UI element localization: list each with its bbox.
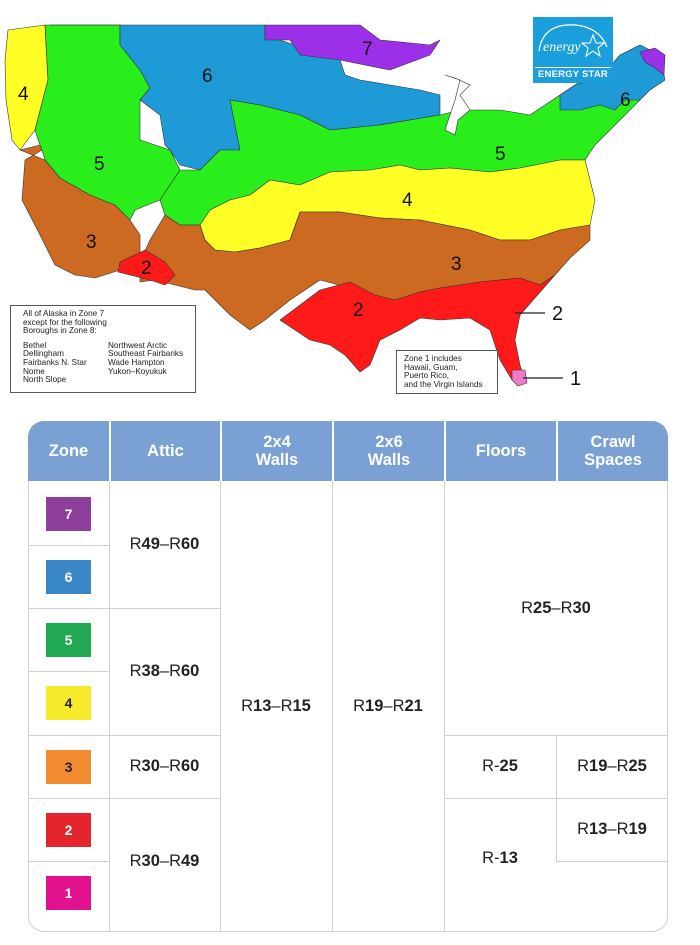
row-divider: [28, 545, 109, 546]
zone-label: 5: [94, 154, 105, 175]
zone-label: 4: [18, 84, 29, 105]
zone-swatch: 5: [46, 623, 91, 657]
header-zone: Zone: [28, 421, 109, 481]
walls-2x4-value: R 13 –R 15: [241, 697, 311, 715]
zone-swatch: 2: [46, 813, 91, 847]
zone-label: 2: [353, 300, 364, 321]
zone-swatch: 3: [46, 750, 91, 784]
zone-label: 4: [402, 190, 413, 211]
svg-text:energy: energy: [543, 40, 581, 55]
attic-value: R 30 –R 60: [129, 757, 200, 775]
attic-value: R 49 –R 60: [129, 535, 200, 553]
header-attic: Attic: [109, 421, 220, 481]
header-2x6-walls: 2x6 Walls: [332, 421, 444, 481]
zone-label: 6: [202, 66, 213, 87]
alaska-note-intro: All of Alaska in Zone 7 except for the f…: [23, 309, 107, 336]
attic-value: R 30 –R 49: [129, 852, 200, 870]
boroughs-right: Northwest Arctic Southeast Fairbanks Wad…: [108, 341, 193, 385]
attic-value: R 38 –R 60: [129, 662, 200, 680]
zone-swatch: 4: [46, 686, 91, 720]
crawl-value: R 13 –R 19: [577, 820, 647, 838]
zone-label: 3: [451, 254, 462, 275]
zone-label: 3: [86, 232, 97, 253]
energy-star-icon: energy: [538, 24, 608, 58]
walls-2x6-value: R 19 –R 21: [353, 697, 423, 715]
row-divider: [556, 861, 668, 862]
header-crawl-spaces: Crawl Spaces: [556, 421, 668, 481]
floors-value: R- 25: [482, 757, 518, 775]
borough: Yukon–Koyukuk: [108, 366, 167, 376]
borough: North Slope: [23, 375, 67, 385]
zone-swatch: 6: [46, 560, 91, 594]
floors-value: R- 13: [482, 848, 518, 867]
crawl-value: R 19 –R 25: [577, 757, 647, 775]
r-value-table: Zone Attic 2x4 Walls 2x6 Walls Floors Cr…: [28, 421, 668, 932]
row-divider: [28, 861, 109, 862]
zone-swatch: 7: [46, 497, 91, 531]
climate-zone-map: 7 6 6 5 5 4 4 3 3 2 2 2 1 All of Alaska …: [0, 0, 700, 400]
zone-label: 5: [495, 144, 506, 165]
row-divider: [28, 671, 109, 672]
alaska-note: All of Alaska in Zone 7 except for the f…: [10, 305, 196, 393]
header-floors: Floors: [444, 421, 556, 481]
zone1-note: Zone 1 includes Hawaii, Guam, Puerto Ric…: [396, 350, 498, 394]
zone-label: 6: [620, 90, 631, 111]
floors-crawl-value: R 25 –R 30: [521, 598, 591, 617]
energy-star-label: ENERGY STAR: [535, 67, 611, 81]
energy-star-logo: energy ENERGY STAR: [533, 17, 613, 83]
header-2x4-walls: 2x4 Walls: [220, 421, 332, 481]
callout-label: 2: [552, 303, 563, 325]
boroughs-left: Bethel Dellingham Fairbanks N. Star Nome…: [23, 341, 108, 385]
zone-label: 2: [141, 258, 152, 279]
callout-label: 1: [570, 368, 581, 390]
zone-label: 7: [362, 39, 373, 60]
zone-swatch: 1: [46, 876, 91, 910]
